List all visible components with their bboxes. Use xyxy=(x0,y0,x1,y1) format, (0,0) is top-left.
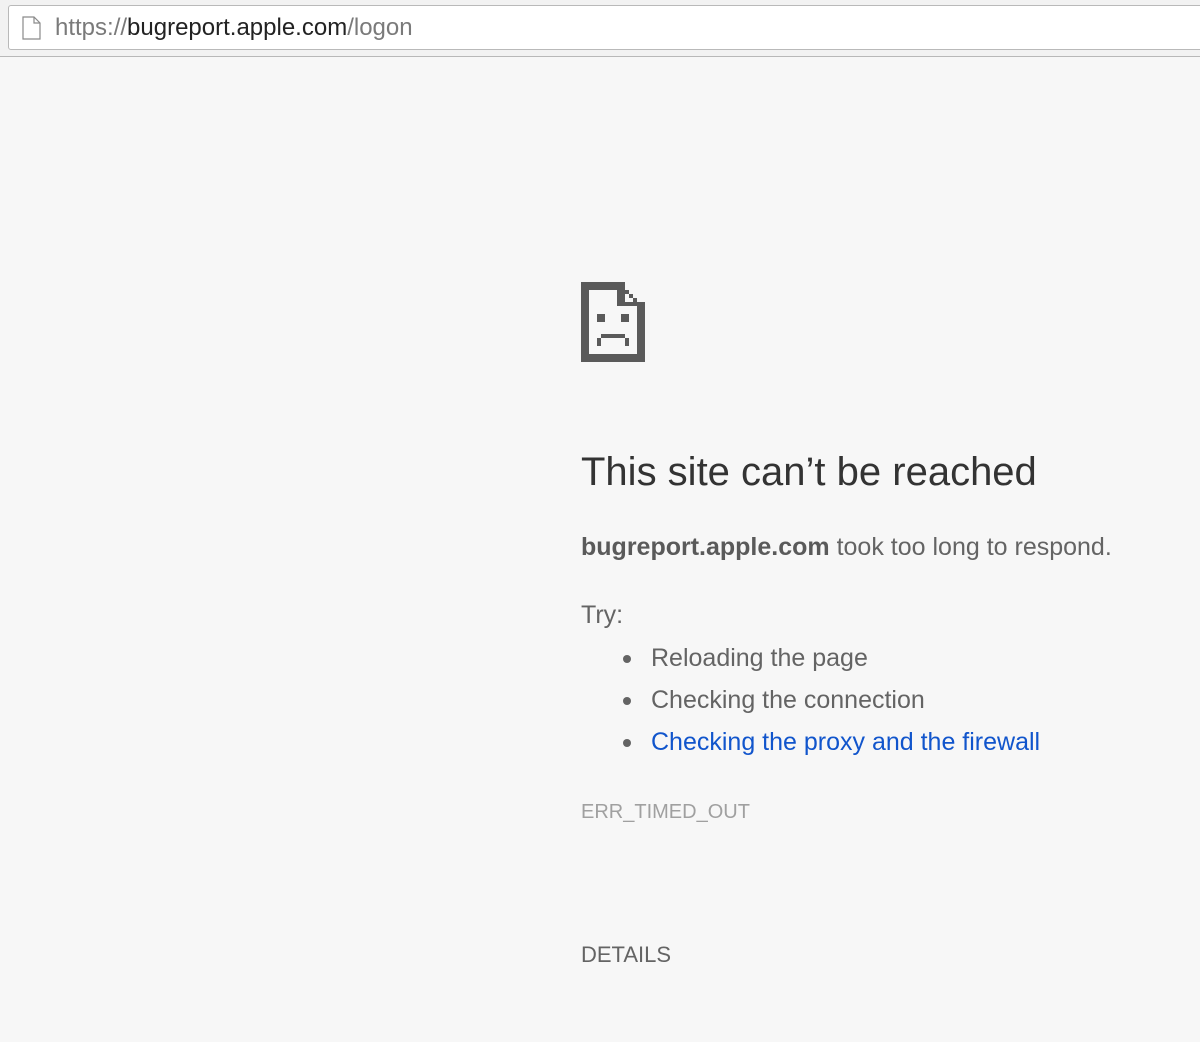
summary-text: took too long to respond. xyxy=(829,533,1112,561)
try-label: Try: xyxy=(581,601,624,629)
page-icon xyxy=(22,16,41,40)
url-host: bugreport.apple.com xyxy=(127,14,348,41)
bullet xyxy=(623,655,631,663)
suggestion-proxy-firewall: Checking the proxy and the firewall xyxy=(581,725,1040,767)
bullet xyxy=(623,697,631,705)
error-code: ERR_TIMED_OUT xyxy=(581,801,750,823)
details-button[interactable]: DETAILS xyxy=(581,942,671,968)
suggestion-label: Checking the connection xyxy=(651,686,925,714)
suggestion-label: Reloading the page xyxy=(651,644,868,672)
url-scheme: https:// xyxy=(55,14,128,41)
error-content: This site can’t be reached bugreport.app… xyxy=(581,282,1181,967)
error-summary: bugreport.apple.com took too long to res… xyxy=(581,532,1112,562)
summary-host: bugreport.apple.com xyxy=(581,533,830,561)
suggestion-reload: Reloading the page xyxy=(581,641,1040,683)
proxy-firewall-link[interactable]: Checking the proxy and the firewall xyxy=(651,728,1040,756)
sad-page-icon xyxy=(581,282,645,362)
suggestions-list: Reloading the page Checking the connecti… xyxy=(581,641,1040,767)
suggestion-connection: Checking the connection xyxy=(581,683,1040,725)
bullet xyxy=(623,739,631,747)
url-path: /logon xyxy=(347,14,413,41)
url-text[interactable]: https://bugreport.apple.com/logon xyxy=(55,14,413,42)
address-bar[interactable]: https://bugreport.apple.com/logon xyxy=(8,5,1200,50)
browser-toolbar: https://bugreport.apple.com/logon xyxy=(0,0,1200,57)
error-heading: This site can’t be reached xyxy=(581,450,1037,494)
